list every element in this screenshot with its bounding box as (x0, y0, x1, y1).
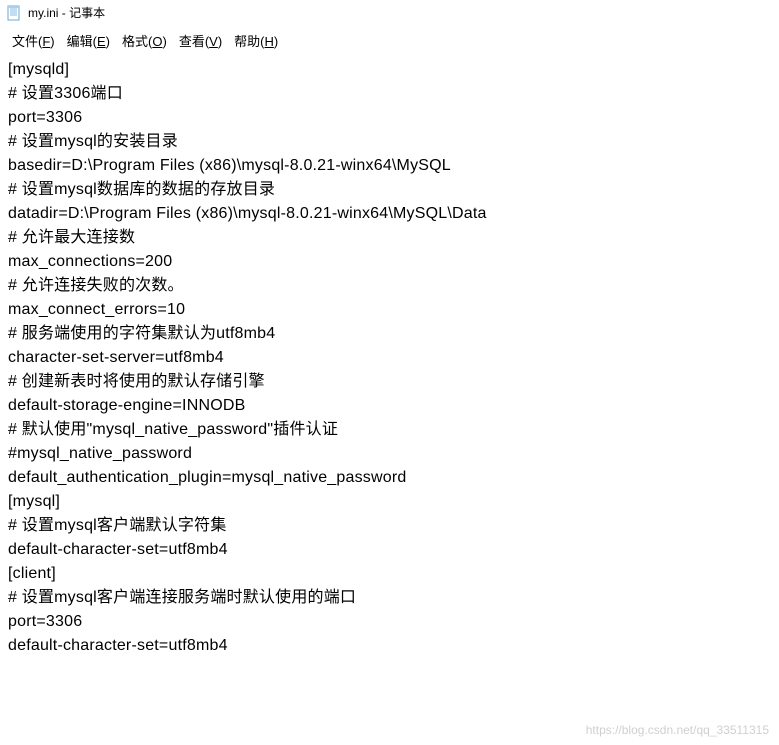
menu-help[interactable]: 帮助(H) (230, 29, 282, 52)
notepad-icon (6, 5, 22, 21)
menu-view[interactable]: 查看(V) (175, 29, 226, 52)
menu-edit[interactable]: 编辑(E) (63, 29, 114, 52)
window-title: my.ini - 记事本 (28, 4, 105, 21)
text-area[interactable]: [mysqld] # 设置3306端口 port=3306 # 设置mysql的… (0, 56, 779, 666)
menu-file[interactable]: 文件(F) (8, 29, 59, 52)
watermark-text: https://blog.csdn.net/qq_33511315 (586, 723, 769, 737)
menu-format[interactable]: 格式(O) (118, 29, 171, 52)
window-titlebar: my.ini - 记事本 (0, 0, 779, 25)
menubar: 文件(F) 编辑(E) 格式(O) 查看(V) 帮助(H) (0, 25, 779, 56)
